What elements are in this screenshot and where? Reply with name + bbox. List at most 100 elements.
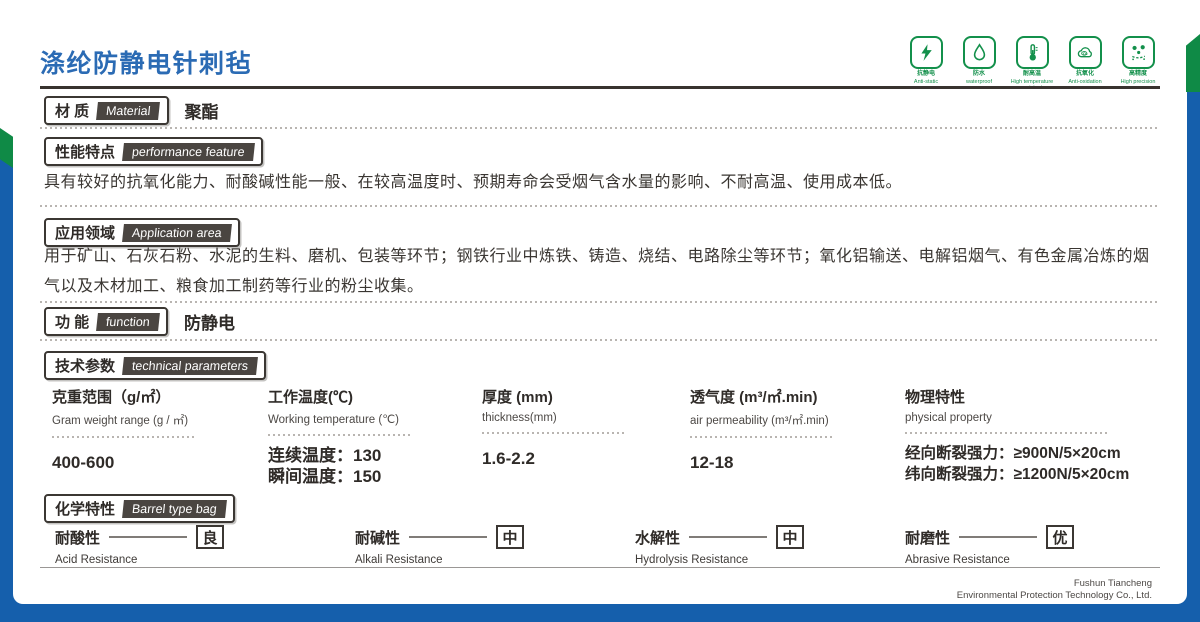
- chem-connector: [689, 536, 768, 538]
- param-physical-property: 物理特性 physical property 经向断裂强力：≥900N/5×20…: [905, 386, 1129, 485]
- bottom-blue-bar: [0, 604, 1200, 622]
- param-value: 1.6-2.2: [482, 449, 535, 468]
- function-label-en: function: [96, 312, 160, 331]
- param-air-permeability: 透气度 (m³/㎡.min) air permeability (m³/㎡.mi…: [690, 386, 832, 473]
- application-label-en: Application area: [122, 223, 232, 242]
- chem-acid-resistance: 耐酸性 良 Acid Resistance: [55, 525, 225, 566]
- technical-row: 技术参数 technical parameters: [44, 351, 267, 380]
- badge-label-en: Anti-oxidation: [1068, 79, 1102, 85]
- param-title-en: physical property: [905, 412, 992, 424]
- chem-name-en: Acid Resistance: [55, 554, 138, 566]
- feature-badges: 抗静电 Anti-static 防水 waterproof 耐高温 High t…: [904, 36, 1160, 91]
- performance-row: 性能特点 performance feature: [44, 137, 263, 166]
- param-value: 纬向断裂强力：≥1200N/5×20cm: [905, 466, 1130, 483]
- company-footer: Fushun Tiancheng Environmental Protectio…: [957, 578, 1152, 602]
- chem-connector: [409, 536, 488, 538]
- material-label-en: Material: [96, 101, 161, 120]
- param-working-temperature: 工作温度(℃) Working temperature (℃) 连续温度：130…: [268, 386, 410, 487]
- chem-abrasive-resistance: 耐磨性 优 Abrasive Resistance: [905, 525, 1075, 566]
- param-value: 400-600: [52, 453, 115, 472]
- chem-name-zh: 耐碱性: [355, 529, 401, 547]
- param-title-en: Gram weight range (g / ㎡): [52, 415, 189, 427]
- footer-divider: [40, 567, 1160, 568]
- page-title: 涤纶防静电针刺毡: [40, 50, 253, 78]
- chem-name-en: Abrasive Resistance: [905, 554, 1010, 566]
- chem-rating: 中: [496, 525, 525, 549]
- application-text: 用于矿山、石灰石粉、水泥的生料、磨机、包装等环节；钢铁行业中炼铁、铸造、烧结、电…: [44, 248, 1150, 295]
- badge-label-en: waterproof: [966, 79, 992, 85]
- param-title-zh: 克重范围（g/㎡）: [52, 389, 171, 406]
- chem-rating: 良: [196, 525, 225, 549]
- separator-dotted: [40, 205, 1160, 207]
- separator-dotted: [40, 127, 1160, 129]
- chem-name-zh: 耐酸性: [55, 529, 101, 547]
- performance-label-zh: 性能特点: [55, 144, 116, 161]
- badge-label-en: High temperature resistant: [1010, 79, 1054, 91]
- material-value: 聚酯: [184, 103, 219, 122]
- lightning-icon: [909, 36, 943, 69]
- param-value: 12-18: [690, 453, 734, 472]
- badge-anti-oxidation: O₂ 抗氧化 Anti-oxidation: [1063, 36, 1107, 91]
- param-divider: [482, 432, 624, 434]
- product-spec-page: 涤纶防静电针刺毡 抗静电 Anti-static 防水 waterproof 耐…: [0, 0, 1200, 622]
- separator-dotted: [40, 339, 1160, 341]
- chemical-label-en: Barrel type bag: [122, 499, 227, 518]
- param-thickness: 厚度 (mm) thickness(mm) 1.6-2.2: [482, 386, 624, 469]
- technical-label-en: technical parameters: [122, 356, 258, 375]
- param-value: 经向断裂强力：≥900N/5×20cm: [905, 445, 1121, 462]
- chemical-row: 化学特性 Barrel type bag: [44, 494, 235, 523]
- badge-anti-static: 抗静电 Anti-static: [904, 36, 948, 91]
- left-blue-strip: [0, 152, 13, 622]
- chem-rating: 优: [1046, 525, 1075, 549]
- technical-label-zh: 技术参数: [55, 358, 116, 375]
- performance-label-en: performance feature: [122, 142, 255, 161]
- chem-name-zh: 耐磨性: [905, 529, 951, 547]
- title-divider: [40, 86, 1160, 89]
- chem-name-en: Alkali Resistance: [355, 554, 443, 566]
- badge-label-zh: 抗氧化: [1075, 71, 1094, 77]
- thermometer-icon: [1015, 36, 1049, 69]
- param-title-en: air permeability (m³/㎡.min): [690, 415, 829, 427]
- function-label-zh: 功 能: [55, 314, 90, 331]
- footer-line1: Fushun Tiancheng: [1073, 578, 1152, 589]
- param-value: 瞬间温度：150: [268, 467, 382, 486]
- badge-label-zh: 抗静电: [916, 71, 935, 77]
- anti-oxidation-icon: O₂: [1068, 36, 1102, 69]
- function-row: 功 能 function 防静电: [44, 307, 235, 336]
- chem-rating: 中: [776, 525, 805, 549]
- param-gram-weight: 克重范围（g/㎡） Gram weight range (g / ㎡) 400-…: [52, 386, 194, 473]
- param-divider: [905, 432, 1110, 434]
- section-label-performance: 性能特点 performance feature: [44, 137, 263, 166]
- chem-name-en: Hydrolysis Resistance: [635, 554, 749, 566]
- badge-label-zh: 耐高温: [1022, 71, 1041, 77]
- section-label-chemical: 化学特性 Barrel type bag: [44, 494, 235, 523]
- badge-high-precision: 高精度 High precision: [1116, 36, 1160, 91]
- param-title-en: Working temperature (℃): [268, 414, 399, 426]
- svg-text:O₂: O₂: [1082, 51, 1087, 56]
- material-label-zh: 材 质: [55, 103, 90, 120]
- param-divider: [690, 436, 832, 438]
- param-title-zh: 厚度 (mm): [482, 389, 553, 406]
- chem-connector: [959, 536, 1038, 538]
- section-label-function: 功 能 function: [44, 307, 168, 336]
- section-label-material: 材 质 Material: [44, 96, 169, 125]
- param-value: 连续温度：130: [268, 446, 382, 465]
- chem-alkali-resistance: 耐碱性 中 Alkali Resistance: [355, 525, 525, 566]
- badge-label-en: High precision: [1120, 79, 1156, 85]
- section-label-technical: 技术参数 technical parameters: [44, 351, 267, 380]
- right-blue-strip: [1187, 88, 1200, 622]
- badge-high-temperature: 耐高温 High temperature resistant: [1010, 36, 1054, 91]
- chem-connector: [109, 536, 188, 538]
- precision-dots-icon: [1121, 36, 1155, 69]
- param-divider: [52, 436, 194, 438]
- performance-text: 具有较好的抗氧化能力、耐酸碱性能一般、在较高温度时、预期寿命会受烟气含水量的影响…: [44, 174, 903, 191]
- chemical-label-zh: 化学特性: [55, 501, 116, 518]
- material-row: 材 质 Material 聚酯: [44, 96, 219, 125]
- param-divider: [268, 434, 410, 436]
- function-value: 防静电: [183, 314, 235, 333]
- badge-waterproof: 防水 waterproof: [957, 36, 1001, 91]
- separator-dotted: [40, 301, 1160, 303]
- footer-line2: Environmental Protection Technology Co.,…: [956, 590, 1152, 601]
- param-title-zh: 物理特性: [905, 389, 966, 406]
- chem-hydrolysis-resistance: 水解性 中 Hydrolysis Resistance: [635, 525, 805, 566]
